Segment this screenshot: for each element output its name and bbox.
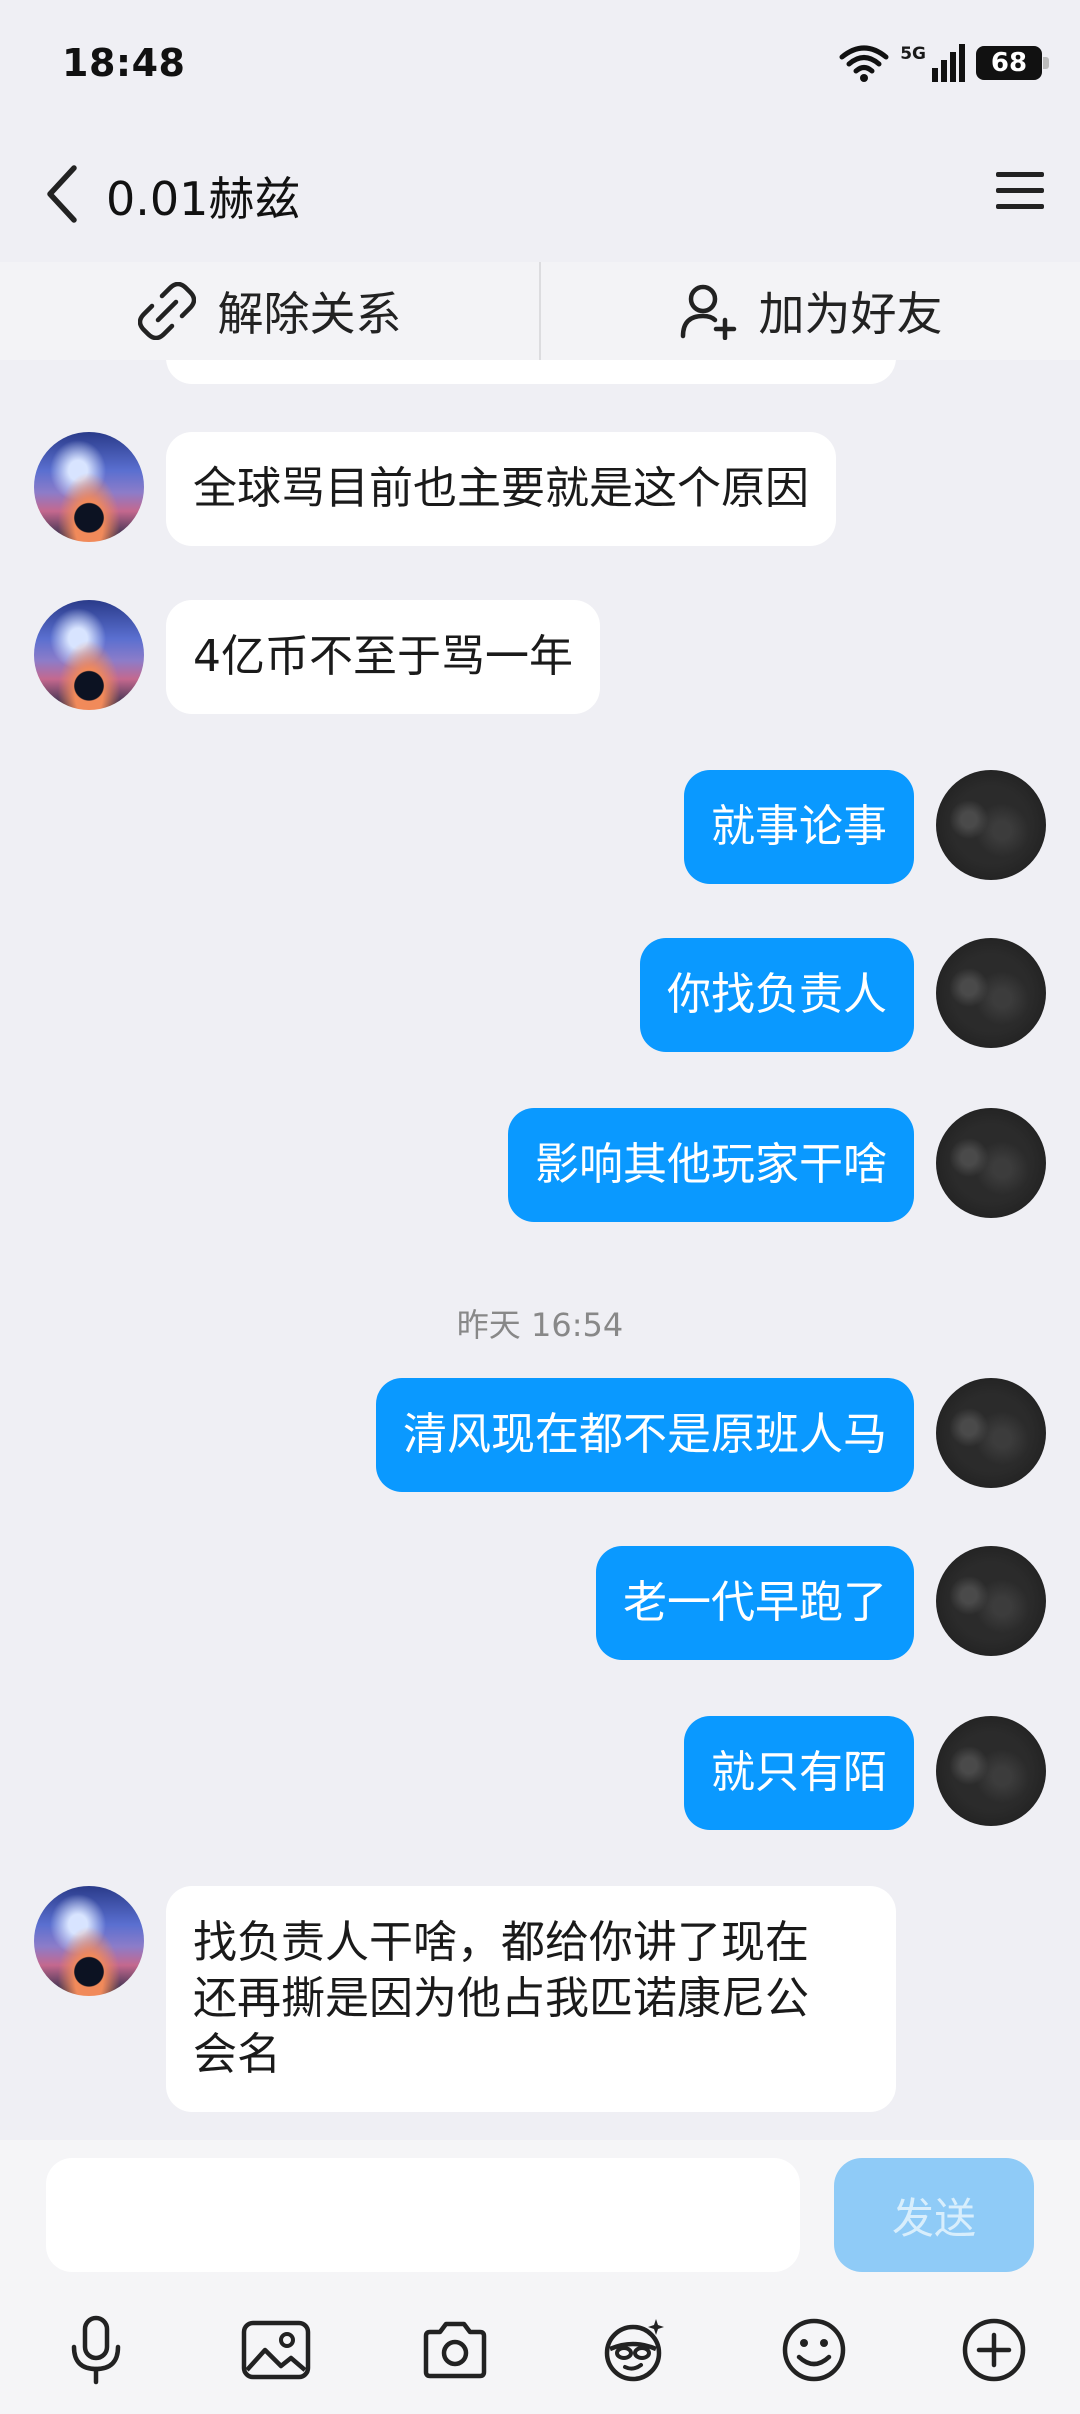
status-icons: 5G 68 xyxy=(838,43,1049,83)
message-row-me: 就只有陌 xyxy=(684,1716,1046,1830)
avatar-self[interactable] xyxy=(936,938,1046,1048)
avatar-contact[interactable] xyxy=(34,600,144,710)
message-row-me: 影响其他玩家干啥 xyxy=(508,1108,1046,1222)
message-row-them: 4亿币不至于骂一年 xyxy=(34,600,600,714)
message-bubble[interactable]: 4亿币不至于骂一年 xyxy=(166,600,600,714)
signal-bars-icon xyxy=(932,43,965,82)
menu-icon xyxy=(996,172,1044,209)
camera-icon xyxy=(423,2321,487,2379)
message-bubble[interactable]: 影响其他玩家干啥 xyxy=(508,1108,914,1222)
message-bubble[interactable]: 老一代早跑了 xyxy=(596,1546,914,1660)
image-button[interactable] xyxy=(236,2310,316,2390)
unlink-icon xyxy=(137,282,196,340)
add-friend-button[interactable]: 加为好友 xyxy=(541,262,1080,360)
sticker-button[interactable] xyxy=(595,2310,675,2390)
avatar-self[interactable] xyxy=(936,1716,1046,1826)
message-bubble[interactable]: 就只有陌 xyxy=(684,1716,914,1830)
unbind-label: 解除关系 xyxy=(217,287,402,341)
composer: 发送 xyxy=(0,2140,1080,2414)
add-user-icon xyxy=(680,284,736,340)
plus-icon xyxy=(962,2318,1026,2382)
avatar-self[interactable] xyxy=(936,1378,1046,1488)
chevron-left-icon xyxy=(47,165,77,223)
composer-toolbar xyxy=(0,2300,1080,2400)
avatar-contact[interactable] xyxy=(34,1886,144,1996)
emoji-icon xyxy=(783,2318,846,2382)
avatar-self[interactable] xyxy=(936,770,1046,880)
message-row-me: 老一代早跑了 xyxy=(596,1546,1046,1660)
back-button[interactable] xyxy=(36,159,86,229)
more-button[interactable] xyxy=(954,2310,1034,2390)
sticker-icon xyxy=(604,2319,664,2382)
message-row-them: 找负责人干啥，都给你讲了现在 还再撕是因为他占我匹诺康尼公 会名 xyxy=(34,1886,896,2112)
chat-header: 0.01赫兹 xyxy=(0,125,1080,260)
status-bar: 18:48 5G 68 xyxy=(0,0,1080,125)
unbind-button[interactable]: 解除关系 xyxy=(0,262,539,360)
message-row-me: 你找负责人 xyxy=(640,938,1046,1052)
signal-indicator: 5G xyxy=(900,43,966,82)
message-bubble[interactable]: 全球骂目前也主要就是这个原因 xyxy=(166,432,836,546)
wifi-icon xyxy=(839,45,889,82)
avatar-self[interactable] xyxy=(936,1108,1046,1218)
message-timestamp: 昨天 16:54 xyxy=(456,1306,624,1344)
relationship-action-bar: 解除关系 加为好友 xyxy=(0,262,1080,360)
chat-title: 0.01赫兹 xyxy=(106,172,301,226)
network-type: 5G xyxy=(900,43,926,64)
message-row-me: 清风现在都不是原班人马 xyxy=(376,1378,1046,1492)
message-row-them: 全球骂目前也主要就是这个原因 xyxy=(34,432,836,546)
status-time: 18:48 xyxy=(62,40,186,85)
voice-button[interactable] xyxy=(56,2310,136,2390)
chat-message-list[interactable]: 全球骂目前也主要就是这个原因 4亿币不至于骂一年 就事论事 你找负责人 影响其他… xyxy=(0,360,1080,2140)
battery-indicator: 68 xyxy=(976,45,1049,80)
message-input[interactable] xyxy=(46,2158,800,2272)
message-bubble[interactable]: 就事论事 xyxy=(684,770,914,884)
send-button[interactable]: 发送 xyxy=(834,2158,1034,2272)
battery-level: 68 xyxy=(990,47,1028,78)
avatar-contact[interactable] xyxy=(34,432,144,542)
message-bubble[interactable]: 找负责人干啥，都给你讲了现在 还再撕是因为他占我匹诺康尼公 会名 xyxy=(166,1886,896,2112)
microphone-icon xyxy=(71,2315,121,2385)
add-friend-label: 加为好友 xyxy=(758,287,943,341)
menu-button[interactable] xyxy=(988,159,1052,223)
camera-button[interactable] xyxy=(415,2310,495,2390)
message-bubble[interactable]: 你找负责人 xyxy=(640,938,914,1052)
image-icon xyxy=(241,2320,310,2380)
message-row-me: 就事论事 xyxy=(684,770,1046,884)
message-bubble-partial xyxy=(166,360,896,384)
emoji-button[interactable] xyxy=(774,2310,854,2390)
message-bubble[interactable]: 清风现在都不是原班人马 xyxy=(376,1378,914,1492)
avatar-self[interactable] xyxy=(936,1546,1046,1656)
